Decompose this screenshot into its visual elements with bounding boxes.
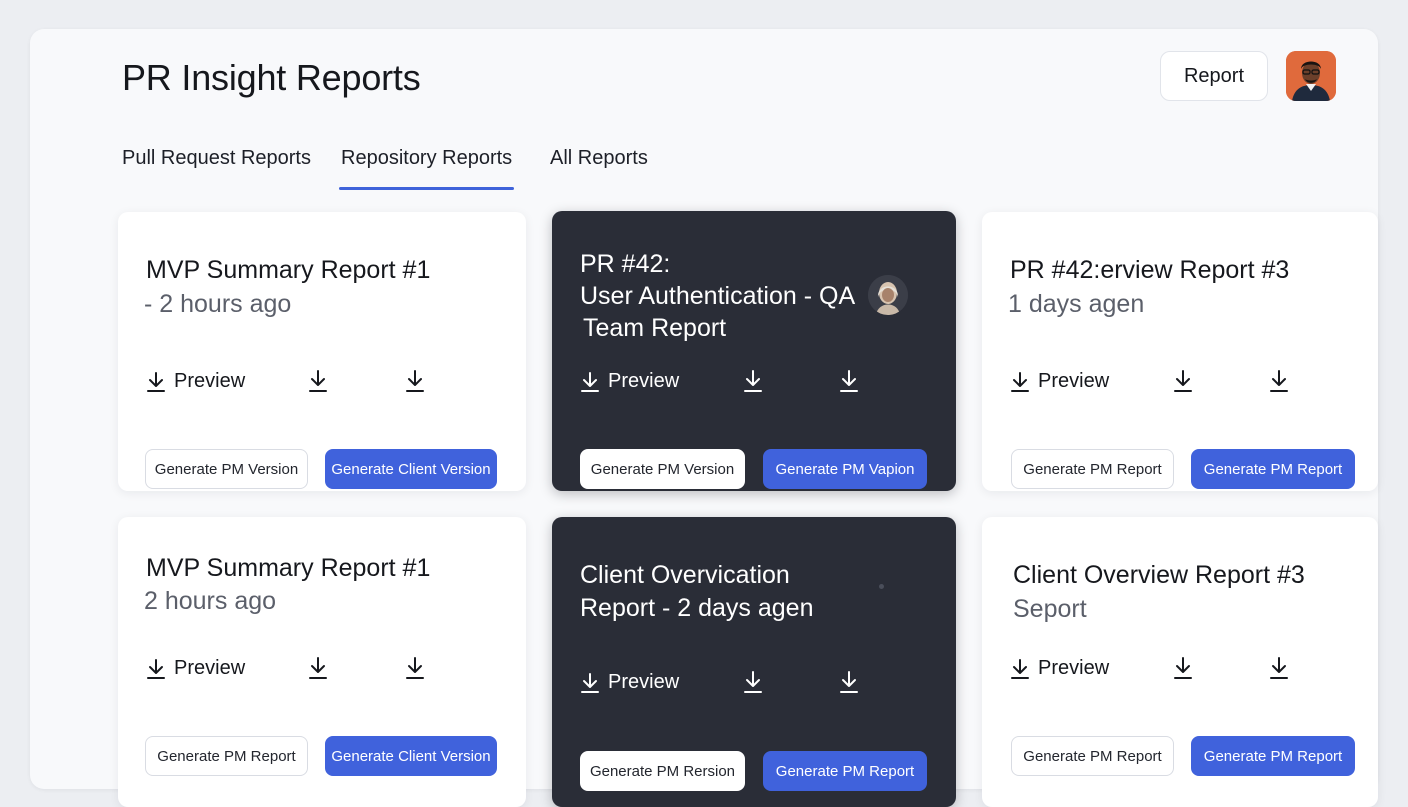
download-icon — [147, 658, 165, 679]
card-title-line: Report - 2 days agen — [580, 594, 814, 622]
download-icon — [147, 371, 165, 392]
report-card: Client Overview Report #3 Seport Preview… — [982, 517, 1378, 807]
generate-pm-button[interactable]: Generate PM Version — [580, 449, 745, 489]
preview-label: Preview — [174, 370, 246, 392]
generate-pm-button[interactable]: Generate PM Report — [145, 736, 308, 776]
report-card: MVP Summary Report #1 2 hours ago Previe… — [118, 517, 526, 807]
generate-pm-primary-button[interactable]: Generate PM Report — [1191, 736, 1355, 776]
preview-button[interactable]: Preview — [580, 370, 679, 393]
generate-client-button[interactable]: Generate Client Version — [325, 449, 497, 489]
generate-pm-primary-button[interactable]: Generate PM Report — [763, 751, 927, 791]
status-dot — [879, 584, 884, 589]
reports-panel: PR Insight Reports Report Pull Request R… — [30, 29, 1378, 807]
download-icon — [581, 371, 599, 392]
card-timestamp: 1 days agen — [1008, 290, 1145, 318]
card-timestamp: 2 hours ago — [144, 587, 277, 615]
download-icon[interactable] — [742, 670, 764, 694]
preview-button[interactable]: Preview — [146, 370, 245, 393]
preview-label: Preview — [608, 671, 680, 693]
card-title: MVP Summary Report #1 — [146, 554, 431, 582]
preview-button[interactable]: Preview — [1010, 370, 1109, 393]
preview-label: Preview — [1038, 657, 1110, 679]
preview-button[interactable]: Preview — [1010, 657, 1109, 680]
page-title: PR Insight Reports — [122, 57, 421, 98]
report-card: PR #42:erview Report #3 1 days agen Prev… — [982, 212, 1378, 491]
generate-pm-primary-button[interactable]: Generate PM Report — [1191, 449, 1355, 489]
download-icon[interactable] — [404, 369, 426, 393]
preview-label: Preview — [1038, 370, 1110, 392]
generate-pm-button[interactable]: Generate PM Report — [1011, 736, 1174, 776]
card-title-line: PR #42: — [580, 250, 671, 278]
preview-button[interactable]: Preview — [580, 671, 679, 694]
report-card-highlighted: Client Overvication Report - 2 days agen… — [552, 517, 956, 807]
tab-pull-request-reports[interactable]: Pull Request Reports — [122, 147, 311, 191]
preview-label: Preview — [174, 657, 246, 679]
preview-button[interactable]: Preview — [146, 657, 245, 680]
download-icon — [581, 672, 599, 693]
download-icon[interactable] — [404, 656, 426, 680]
download-icon[interactable] — [838, 670, 860, 694]
download-icon[interactable] — [307, 656, 329, 680]
report-card-highlighted: PR #42: User Authentication - QA Team Re… — [552, 211, 956, 491]
generate-pm-button[interactable]: Generate PM Rersion — [580, 751, 745, 791]
card-title: Client Overview Report #3 — [1013, 561, 1305, 589]
generate-client-button[interactable]: Generate Client Version — [325, 736, 497, 776]
report-button[interactable]: Report — [1160, 51, 1268, 101]
tab-repository-reports[interactable]: Repository Reports — [338, 147, 515, 191]
download-icon — [1011, 371, 1029, 392]
user-avatar[interactable] — [1286, 51, 1336, 101]
card-title-line: Client Overvication — [580, 561, 790, 589]
generate-pm-primary-button[interactable]: Generate PM Vapion — [763, 449, 927, 489]
download-icon[interactable] — [1172, 656, 1194, 680]
card-title-line: Team Report — [583, 314, 727, 342]
download-icon[interactable] — [307, 369, 329, 393]
download-icon[interactable] — [1172, 369, 1194, 393]
download-icon[interactable] — [1268, 369, 1290, 393]
card-title: MVP Summary Report #1 — [146, 256, 431, 284]
avatar — [868, 275, 908, 315]
tab-all-reports[interactable]: All Reports — [550, 147, 648, 191]
download-icon — [1011, 658, 1029, 679]
download-icon[interactable] — [742, 369, 764, 393]
card-title-line: User Authentication - QA — [580, 282, 856, 310]
report-card: MVP Summary Report #1 - 2 hours ago Prev… — [118, 212, 526, 491]
generate-pm-button[interactable]: Generate PM Report — [1011, 449, 1174, 489]
card-subtitle: Seport — [1013, 595, 1087, 623]
generate-pm-button[interactable]: Generate PM Version — [145, 449, 308, 489]
card-timestamp: - 2 hours ago — [144, 290, 292, 318]
download-icon[interactable] — [1268, 656, 1290, 680]
download-icon[interactable] — [838, 369, 860, 393]
card-title: PR #42:erview Report #3 — [1010, 256, 1290, 284]
preview-label: Preview — [608, 370, 680, 392]
